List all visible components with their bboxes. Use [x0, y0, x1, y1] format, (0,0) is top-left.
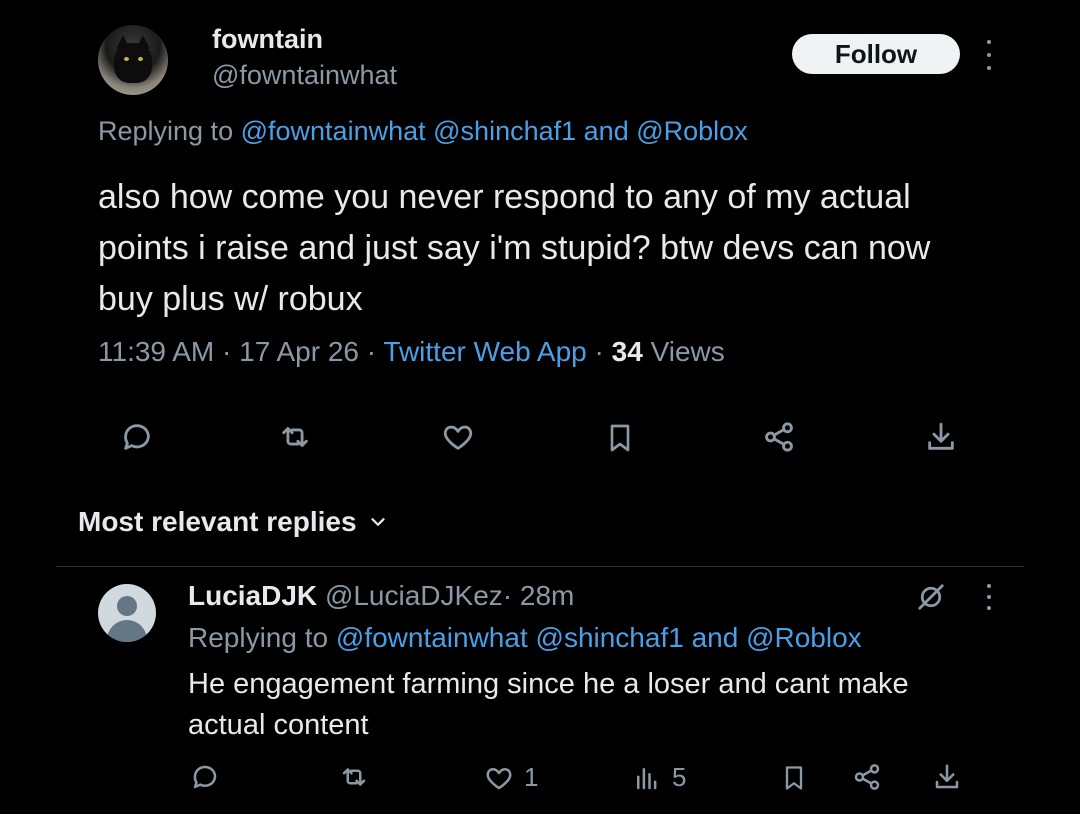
download-icon: [935, 764, 959, 789]
views-icon: [637, 767, 657, 789]
download-button[interactable]: [924, 420, 958, 454]
mention-link[interactable]: @shinchaf1: [536, 622, 684, 653]
tweet-time[interactable]: 11:39 AM: [98, 336, 214, 367]
reply-share-button[interactable]: [852, 762, 882, 792]
reply-bookmark-button[interactable]: [780, 762, 808, 794]
replies-sort-toggle[interactable]: Most relevant replies: [78, 506, 389, 538]
reply-author-handle[interactable]: @LuciaDJKez: [325, 580, 503, 611]
like-button[interactable]: [441, 420, 475, 454]
replying-to-line: Replying to @fowntainwhat @shinchaf1 and…: [98, 116, 748, 146]
bookmark-icon: [785, 766, 803, 790]
mention-link[interactable]: @Roblox: [746, 622, 862, 653]
heart-icon: [443, 425, 473, 450]
download-icon: [928, 422, 954, 450]
tweet-meta: 11:39 AM · 17 Apr 26 · Twitter Web App ·…: [98, 336, 725, 367]
bookmark-icon: [610, 424, 630, 452]
tweet-date[interactable]: 17 Apr 26: [239, 336, 359, 367]
reply-author-name[interactable]: LuciaDJK: [188, 580, 317, 611]
chevron-down-icon: [370, 518, 385, 526]
grok-button[interactable]: [916, 582, 946, 617]
reply-header: LuciaDJK @LuciaDJKez· 28m: [188, 580, 575, 611]
reply-more-icon[interactable]: [984, 584, 994, 610]
reply-like-button[interactable]: 1: [484, 762, 538, 793]
reply-text: He engagement farming since he a loser a…: [188, 668, 909, 741]
reply-time[interactable]: 28m: [520, 580, 574, 611]
mention-link[interactable]: @shinchaf1: [433, 116, 576, 146]
reply-icon: [193, 765, 217, 789]
reply-button[interactable]: [120, 420, 154, 454]
divider: [56, 566, 1024, 567]
retweet-button[interactable]: [277, 420, 313, 454]
views-label: Views: [650, 336, 725, 367]
replies-section-title: Most relevant replies: [78, 506, 357, 537]
tweet-source[interactable]: Twitter Web App: [383, 336, 586, 367]
reply-retweet-button[interactable]: [338, 762, 370, 792]
reply-views-button[interactable]: 5: [632, 762, 686, 793]
bookmark-button[interactable]: [604, 420, 636, 456]
reply-download-button[interactable]: [932, 762, 962, 792]
reply-like-count: 1: [524, 762, 539, 792]
reply-replying-to-line: Replying to @fowntainwhat @shinchaf1 and…: [188, 622, 862, 653]
mention-link[interactable]: @fowntainwhat: [336, 622, 528, 653]
follow-button[interactable]: Follow: [792, 34, 960, 74]
mention-link[interactable]: @Roblox: [636, 116, 747, 146]
tweet-text: also how come you never respond to any o…: [98, 178, 931, 318]
more-icon[interactable]: [984, 40, 994, 70]
author-avatar[interactable]: [98, 25, 168, 95]
retweet-icon: [342, 768, 366, 786]
share-icon: [854, 764, 880, 790]
retweet-icon: [282, 427, 308, 447]
reply-views-count: 5: [672, 762, 687, 792]
mention-link[interactable]: @fowntainwhat: [241, 116, 426, 146]
reply-icon: [124, 424, 150, 450]
share-icon: [765, 422, 793, 452]
share-button[interactable]: [762, 420, 796, 454]
author-display-name[interactable]: fowntain: [212, 24, 323, 55]
reply-reply-button[interactable]: [190, 762, 220, 792]
reply-author-avatar[interactable]: [98, 584, 156, 642]
views-count: 34: [611, 336, 643, 367]
grok-icon: [918, 584, 944, 610]
author-handle[interactable]: @fowntainwhat: [212, 60, 397, 91]
heart-icon: [486, 767, 512, 789]
